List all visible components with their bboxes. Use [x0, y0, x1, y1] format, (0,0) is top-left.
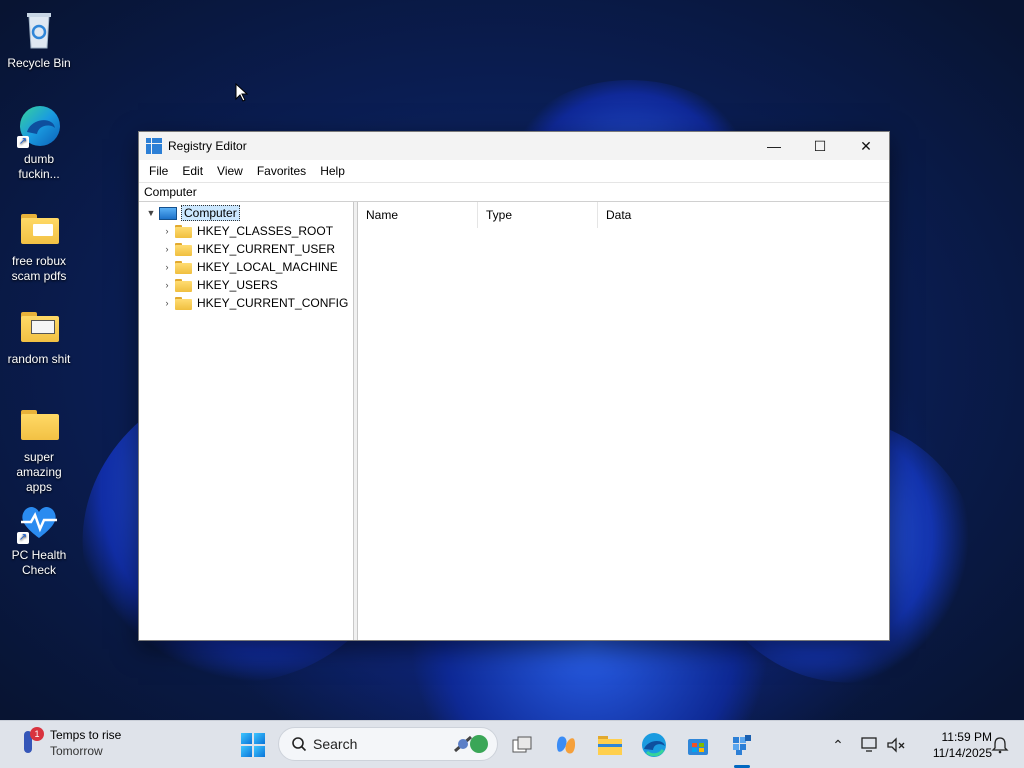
edge-taskbar-button[interactable]: [638, 729, 670, 761]
volume-button[interactable]: [880, 729, 912, 761]
task-view-button[interactable]: [506, 729, 538, 761]
weather-subtext: Tomorrow: [50, 744, 103, 758]
desktop-icon-edge-shortcut[interactable]: ↗ dumb fuckin...: [4, 104, 74, 182]
notifications-button[interactable]: [984, 729, 1016, 761]
registry-editor-icon: [733, 735, 751, 755]
copilot-button[interactable]: [550, 729, 582, 761]
thermometer-icon: 1: [18, 727, 44, 759]
tree-item-hkcc[interactable]: › HKEY_CURRENT_CONFIG: [161, 294, 349, 312]
notification-bell-icon: [991, 737, 1009, 754]
tree-item-hkcr[interactable]: › HKEY_CLASSES_ROOT: [161, 222, 334, 240]
registry-tree[interactable]: ▼ Computer › HKEY_CLASSES_ROOT › HKEY_CU…: [139, 202, 354, 640]
desktop-icon-label: super amazing apps: [16, 450, 62, 494]
folder-icon: [175, 224, 192, 238]
file-explorer-icon: [598, 736, 622, 755]
expand-arrow-icon[interactable]: ›: [161, 258, 173, 276]
tree-item-label: Computer: [181, 205, 240, 221]
heart-pulse-icon: ↗: [17, 500, 61, 544]
recycle-bin-icon: [17, 8, 61, 52]
search-placeholder: Search: [313, 736, 358, 752]
desktop-icon-label: Recycle Bin: [7, 56, 71, 70]
tree-item-label: HKEY_CLASSES_ROOT: [197, 224, 334, 238]
expand-arrow-icon[interactable]: ›: [161, 294, 173, 312]
desktop-icon-folder-robux[interactable]: free robux scam pdfs: [4, 206, 74, 284]
column-header-type[interactable]: Type: [478, 202, 598, 228]
task-view-icon: [512, 736, 532, 753]
notification-badge: 1: [30, 727, 44, 741]
taskbar: 1 Temps to rise Tomorrow ⌃ 11:59 PM 11/1…: [0, 720, 1024, 768]
menu-help[interactable]: Help: [313, 160, 352, 182]
windows-logo-icon: [241, 733, 265, 757]
start-button[interactable]: [237, 729, 269, 761]
desktop-icon-label: random shit: [7, 352, 71, 366]
column-header-name[interactable]: Name: [358, 202, 478, 228]
folder-icon: [175, 260, 192, 274]
edge-icon: ↗: [17, 104, 61, 148]
minimize-button[interactable]: —: [751, 132, 797, 160]
shortcut-arrow-icon: ↗: [17, 136, 29, 148]
menu-edit[interactable]: Edit: [175, 160, 210, 182]
weather-widget[interactable]: 1 Temps to rise Tomorrow: [18, 727, 121, 759]
desktop-icon-recycle-bin[interactable]: Recycle Bin: [4, 8, 74, 71]
desktop-icon-label: dumb fuckin...: [18, 152, 60, 181]
desktop-icon-folder-apps[interactable]: super amazing apps: [4, 402, 74, 495]
folder-icon: [17, 206, 61, 250]
menu-bar: File Edit View Favorites Help: [139, 160, 889, 182]
tree-item-hkcu[interactable]: › HKEY_CURRENT_USER: [161, 240, 336, 258]
search-highlight-icon: [454, 735, 488, 753]
menu-view[interactable]: View: [210, 160, 250, 182]
tree-item-label: HKEY_CURRENT_CONFIG: [197, 296, 349, 310]
file-explorer-button[interactable]: [594, 729, 626, 761]
tree-item-label: HKEY_LOCAL_MACHINE: [197, 260, 338, 274]
expand-arrow-icon[interactable]: ›: [161, 276, 173, 294]
folder-icon: [17, 402, 61, 446]
desktop-icon-label: free robux scam pdfs: [11, 254, 67, 283]
copilot-icon: [556, 736, 576, 754]
folder-icon: [175, 278, 192, 292]
close-button[interactable]: ✕: [843, 132, 889, 160]
expand-arrow-icon[interactable]: ›: [161, 240, 173, 258]
store-button[interactable]: [682, 729, 714, 761]
desktop-icon-label: PC Health Check: [11, 548, 67, 577]
tree-item-hklm[interactable]: › HKEY_LOCAL_MACHINE: [161, 258, 338, 276]
weather-headline: Temps to rise: [50, 728, 122, 742]
desktop-icon-pc-health-check[interactable]: ↗ PC Health Check: [4, 500, 74, 578]
folder-icon: [175, 296, 192, 310]
shortcut-arrow-icon: ↗: [17, 532, 29, 544]
search-icon: [292, 737, 307, 752]
clock-time: 11:59 PM: [941, 730, 992, 744]
computer-icon: [159, 206, 177, 220]
title-bar[interactable]: Registry Editor — ☐ ✕: [139, 132, 889, 160]
volume-muted-icon: [887, 737, 905, 753]
network-icon: [861, 737, 877, 752]
menu-file[interactable]: File: [142, 160, 175, 182]
tree-item-label: HKEY_CURRENT_USER: [197, 242, 336, 256]
show-hidden-icons-button[interactable]: ⌃: [822, 729, 854, 761]
menu-favorites[interactable]: Favorites: [250, 160, 313, 182]
mouse-cursor-icon: [235, 83, 249, 102]
chevron-up-icon: ⌃: [832, 736, 844, 753]
values-list[interactable]: Name Type Data: [358, 202, 889, 640]
desktop-icon-folder-random[interactable]: random shit: [4, 304, 74, 367]
maximize-button[interactable]: ☐: [797, 132, 843, 160]
clock-date: 11/14/2025: [932, 746, 992, 760]
tree-item-label: HKEY_USERS: [197, 278, 278, 292]
registry-editor-taskbar-button[interactable]: [726, 729, 758, 761]
folder-icon: [17, 304, 61, 348]
taskbar-search-box[interactable]: Search: [278, 727, 498, 761]
tree-item-hku[interactable]: › HKEY_USERS: [161, 276, 278, 294]
window-title: Registry Editor: [168, 139, 247, 153]
taskbar-clock[interactable]: 11:59 PM 11/14/2025: [912, 729, 992, 761]
registry-editor-icon: [146, 138, 162, 154]
store-icon: [688, 739, 708, 755]
tree-item-computer[interactable]: ▼ Computer: [145, 204, 240, 222]
address-bar[interactable]: Computer: [139, 182, 889, 202]
registry-editor-window[interactable]: Registry Editor — ☐ ✕ File Edit View Fav…: [138, 131, 890, 641]
edge-icon: [642, 733, 666, 757]
column-headers: Name Type Data: [358, 202, 889, 228]
folder-icon: [175, 242, 192, 256]
expand-arrow-icon[interactable]: ›: [161, 222, 173, 240]
collapse-arrow-icon[interactable]: ▼: [145, 204, 157, 222]
column-header-data[interactable]: Data: [598, 202, 718, 228]
